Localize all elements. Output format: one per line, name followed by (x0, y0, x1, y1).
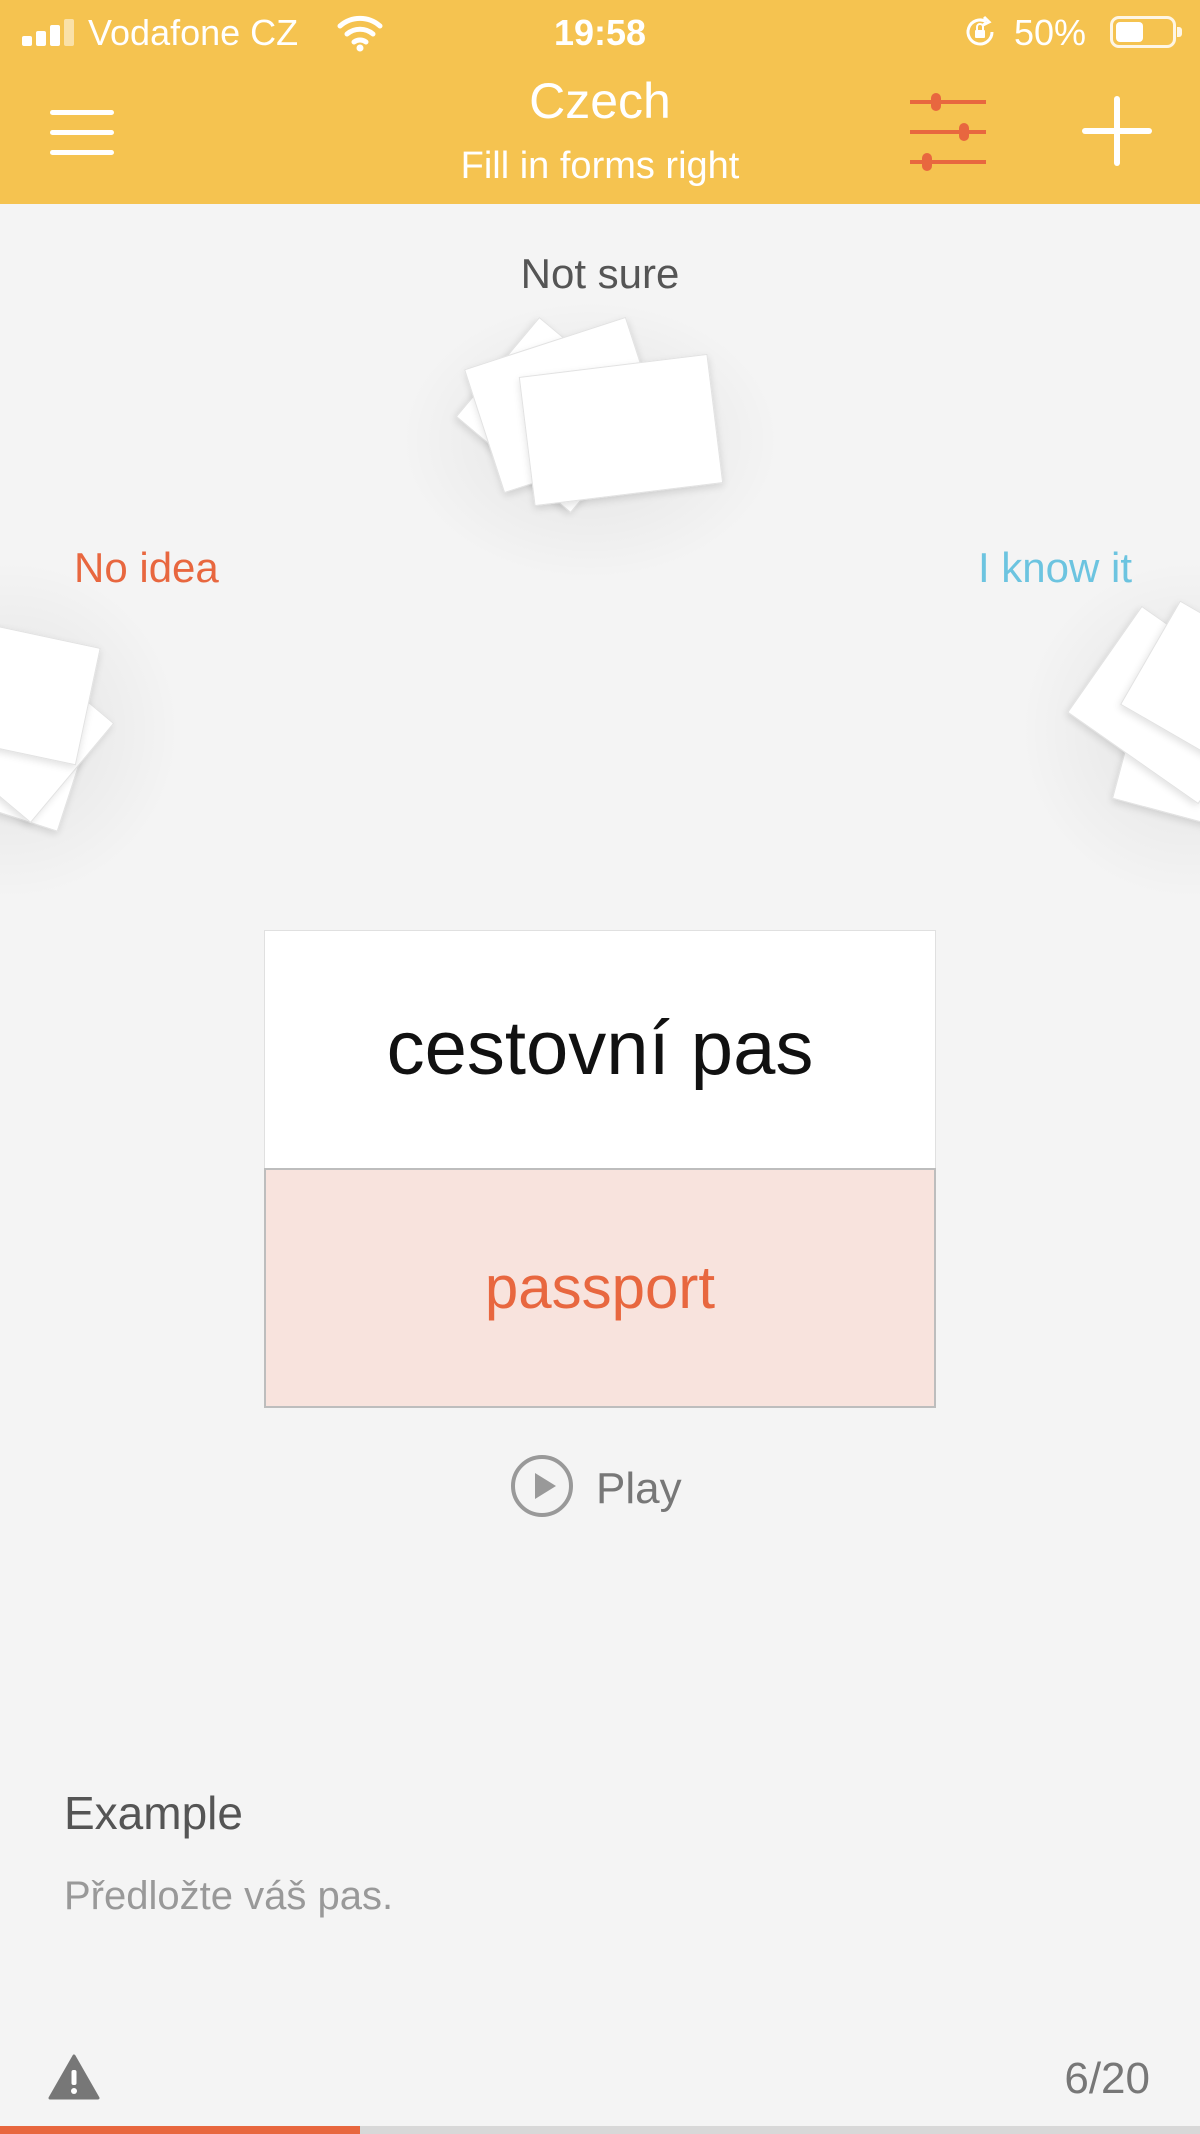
example-sentence: Předložte váš pas. (64, 1874, 394, 1918)
play-label: Play (596, 1464, 682, 1513)
not-sure-label: Not sure (520, 250, 680, 297)
play-button[interactable]: Play (510, 1454, 700, 1524)
play-circle-icon (511, 1455, 573, 1517)
sliders-icon[interactable] (908, 90, 988, 176)
example-heading: Example (64, 1787, 243, 1839)
battery-icon (1110, 16, 1182, 48)
app-header: Vodafone CZ 19:58 50% Czech Fill in form… (0, 0, 1200, 204)
rotation-lock-icon (966, 15, 994, 46)
status-bar: Vodafone CZ 19:58 50% (0, 0, 1200, 64)
progress-fill (0, 2126, 360, 2134)
card-counter: 6/20 (1064, 2054, 1150, 2103)
flashcard-answer[interactable]: passport (264, 1168, 936, 1408)
flashcard-front[interactable]: cestovní pas (264, 930, 936, 1170)
page-title: Czech (529, 73, 671, 129)
progress-bar (0, 2126, 1200, 2134)
add-button[interactable] (1082, 96, 1152, 166)
page-subtitle: Fill in forms right (460, 145, 740, 187)
battery-percentage: 50% (1014, 12, 1087, 53)
warning-icon[interactable] (48, 2054, 100, 2100)
